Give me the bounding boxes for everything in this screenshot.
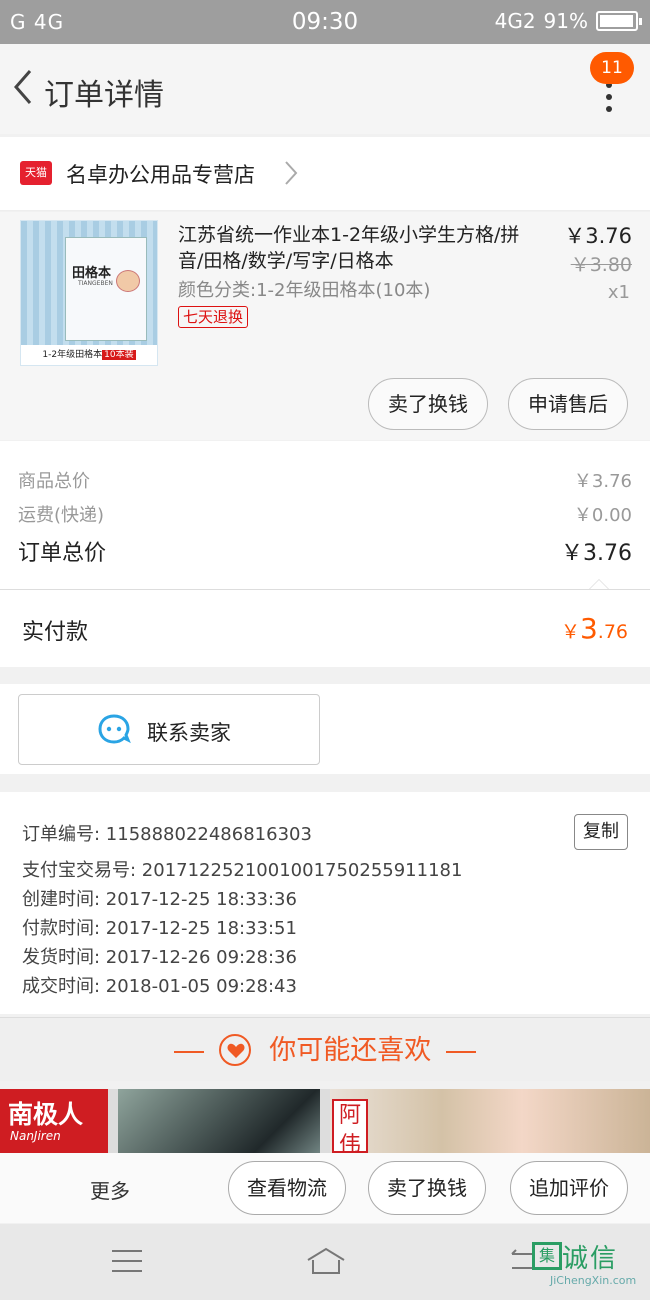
watermark-url: JiChengXin.com	[550, 1274, 637, 1287]
product-thumbnail: 田格本 TIANGEBEN 1-2年级田格本 10本装	[20, 220, 158, 366]
menu-icon[interactable]	[110, 1248, 144, 1274]
product-item[interactable]: 田格本 TIANGEBEN 1-2年级田格本 10本装 江苏省统一作业本1-2年级…	[0, 212, 650, 440]
home-icon[interactable]	[304, 1246, 348, 1276]
nanjiren-brand-en: NanJiren	[10, 1129, 61, 1143]
more-button[interactable]: 更多	[90, 1175, 130, 1204]
product-original-price: ￥3.80	[570, 254, 632, 276]
product-quantity: x1	[607, 282, 630, 303]
goods-total-label: 商品总价	[18, 471, 90, 492]
after-sale-button[interactable]: 申请售后	[508, 378, 628, 430]
bottom-action-bar: 更多 查看物流 卖了换钱 追加评价	[0, 1153, 650, 1223]
order-total-value: ￥3.76	[561, 541, 632, 566]
product-attribute: 颜色分类:1-2年级田格本(10本)	[178, 280, 431, 301]
contact-seller-button[interactable]: 联系卖家	[18, 694, 320, 765]
recommend-title: 你可能还喜欢	[269, 1035, 432, 1066]
paid-amount-row: 实付款 ￥3.76	[0, 589, 650, 667]
sell-bottom-button[interactable]: 卖了换钱	[368, 1161, 486, 1215]
paid-amount-dec: .76	[597, 621, 628, 643]
contact-section: 联系卖家	[0, 684, 650, 774]
thumb-bottom-tag: 10本装	[102, 350, 136, 360]
network-indicator: 4G2	[494, 9, 536, 33]
paid-time: 付款时间: 2017-12-25 18:33:51	[22, 918, 297, 939]
chat-bubble-icon	[98, 714, 131, 744]
status-bar: G 4G 09:30 4G2 91%	[0, 0, 650, 44]
ad-tag: 阿伟	[332, 1099, 368, 1153]
shipping-value: ￥0.00	[573, 505, 632, 526]
model-ad-image[interactable]	[330, 1089, 650, 1153]
price-summary: 商品总价 ￥3.76 运费(快递) ￥0.00 订单总价 ￥3.76	[0, 441, 650, 590]
view-logistics-button[interactable]: 查看物流	[228, 1161, 346, 1215]
product-price: ￥3.76	[564, 224, 632, 248]
page-title: 订单详情	[44, 78, 164, 113]
paid-amount: ￥3.76	[561, 612, 628, 645]
add-review-button[interactable]: 追加评价	[510, 1161, 628, 1215]
more-vertical-icon[interactable]	[606, 82, 614, 118]
order-total-row: 订单总价 ￥3.76	[18, 535, 632, 567]
goods-total-row: 商品总价 ￥3.76	[18, 467, 632, 493]
alipay-trade-number: 支付宝交易号: 2017122521001001750255911181	[22, 860, 463, 881]
heart-icon	[218, 1033, 251, 1066]
recommend-ads[interactable]: 南极人 NanJiren 阿伟	[0, 1089, 650, 1153]
watermark: 集 诚信 JiChengXin.com	[532, 1228, 644, 1298]
paid-currency: ￥	[560, 621, 580, 643]
thumb-subtitle: TIANGEBEN	[78, 280, 113, 287]
battery-percent: 91%	[543, 9, 588, 33]
watermark-box: 集	[532, 1242, 562, 1270]
watermark-text: 诚信	[562, 1244, 619, 1274]
chevron-right-icon	[285, 161, 298, 185]
copy-button[interactable]: 复制	[574, 814, 628, 850]
shop-row[interactable]: 天猫 名卓办公用品专营店	[0, 137, 650, 211]
nav-header: 订单详情 11	[0, 44, 650, 134]
thumb-title: 田格本	[72, 266, 112, 281]
shipping-label: 运费(快递)	[18, 505, 105, 526]
product-title: 江苏省统一作业本1-2年级小学生方格/拼音/田格/数学/写字/日格本	[178, 224, 520, 272]
created-time: 创建时间: 2017-12-25 18:33:36	[22, 889, 297, 910]
thumb-bottom: 1-2年级田格本	[42, 350, 103, 360]
contact-seller-label: 联系卖家	[147, 721, 231, 745]
order-info: 订单编号: 115888022486816303 支付宝交易号: 2017122…	[0, 792, 650, 1014]
completed-time: 成交时间: 2018-01-05 09:28:43	[22, 976, 297, 997]
message-count-badge: 11	[590, 52, 634, 84]
shop-name: 名卓办公用品专营店	[66, 163, 255, 187]
shipping-row: 运费(快递) ￥0.00	[18, 501, 632, 527]
tmall-logo-icon: 天猫	[20, 161, 52, 185]
sell-button[interactable]: 卖了换钱	[368, 378, 488, 430]
paid-label: 实付款	[22, 620, 89, 645]
chevron-left-icon[interactable]	[10, 67, 38, 107]
paid-amount-int: 3	[579, 612, 598, 645]
return-policy-tag: 七天退换	[178, 306, 249, 328]
goods-total-value: ￥3.76	[573, 471, 632, 492]
recommend-header: 你可能还喜欢	[0, 1017, 650, 1081]
car-seat-ad-image[interactable]	[118, 1089, 320, 1153]
nanjiren-brand: 南极人	[8, 1100, 84, 1129]
order-total-label: 订单总价	[18, 541, 107, 566]
status-right: 4G2 91%	[494, 9, 642, 33]
shipped-time: 发货时间: 2017-12-26 09:28:36	[22, 947, 297, 968]
order-number: 订单编号: 115888022486816303	[22, 824, 312, 845]
battery-icon	[596, 11, 642, 31]
nanjiren-ad[interactable]: 南极人 NanJiren	[0, 1089, 108, 1153]
